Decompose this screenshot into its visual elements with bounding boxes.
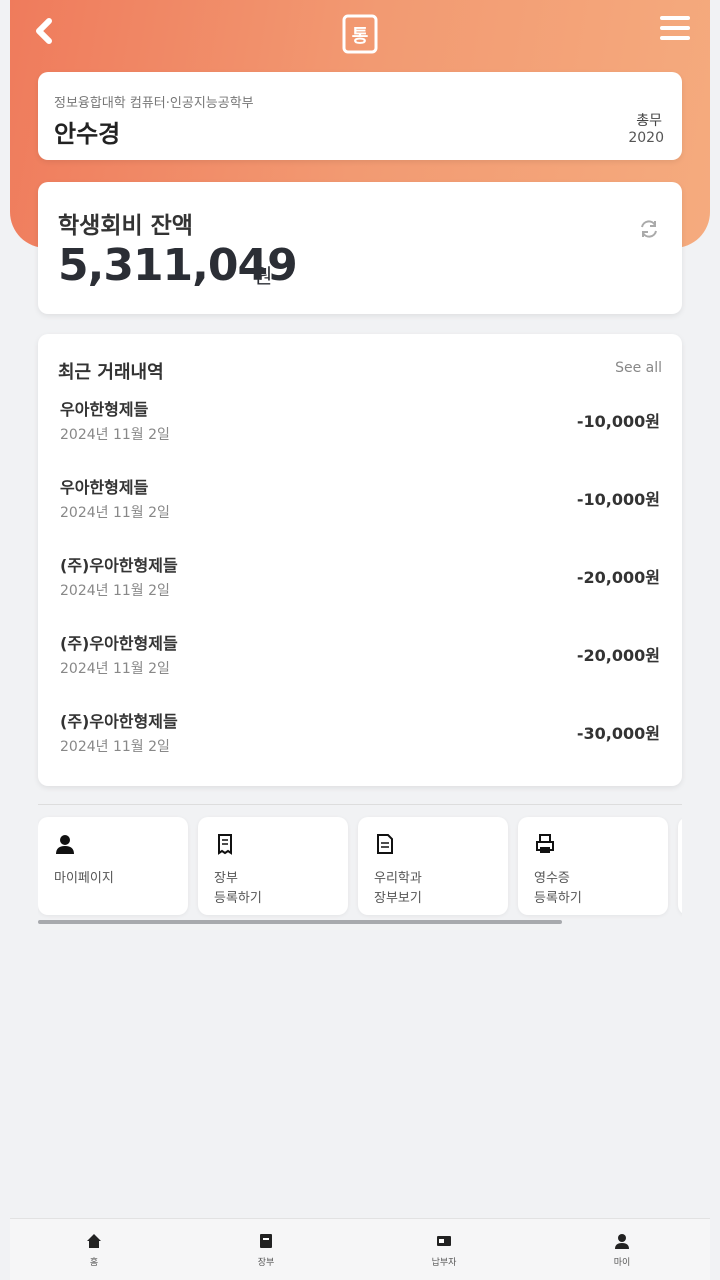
transaction-date: 2024년 11월 2일 xyxy=(60,739,170,755)
shortcut-label-2: 등록하기 xyxy=(214,891,262,906)
back-button[interactable] xyxy=(28,14,62,48)
ledger-icon xyxy=(260,1234,272,1248)
user-role: 총무 xyxy=(636,113,662,129)
balance-unit: 원 xyxy=(254,264,273,288)
nav-ledger[interactable]: 장부 xyxy=(226,1233,306,1268)
carousel-scrollbar[interactable] xyxy=(38,920,562,924)
nav-label: 장부 xyxy=(257,1258,275,1268)
profile-card: 정보융합대학 컴퓨터·인공지능공학부 안수경 총무 2020 xyxy=(38,72,682,160)
user-year: 2020 xyxy=(628,130,664,146)
transaction-date: 2024년 11월 2일 xyxy=(60,505,170,521)
transaction-merchant: (주)우아한형제들 xyxy=(60,634,178,653)
payment-icon xyxy=(437,1236,451,1246)
nav-payers[interactable]: 납부자 xyxy=(404,1233,484,1268)
app-logo: 통 xyxy=(342,14,378,54)
shortcut-ledger-register[interactable]: 장부 등록하기 xyxy=(198,817,348,915)
user-name: 안수경 xyxy=(54,120,121,148)
chevron-left-icon xyxy=(36,18,52,44)
shortcut-receipt-register[interactable]: 영수증 등록하기 xyxy=(518,817,668,915)
transaction-row[interactable]: (주)우아한형제들 2024년 11월 2일 -20,000원 xyxy=(58,630,662,690)
menu-button[interactable] xyxy=(660,16,690,44)
refresh-button[interactable] xyxy=(638,218,662,242)
printer-icon xyxy=(536,834,554,853)
shortcut-department-ledger[interactable]: 우리학과 장부보기 xyxy=(358,817,508,915)
shortcut-label: 영수증 xyxy=(534,871,570,886)
shortcut-label-2: 장부보기 xyxy=(374,891,422,906)
see-all-link[interactable]: See all xyxy=(615,360,662,376)
shortcut-label: 우리학과 xyxy=(374,871,422,886)
transaction-merchant: (주)우아한형제들 xyxy=(60,712,178,731)
home-icon xyxy=(87,1234,101,1248)
nav-label: 납부자 xyxy=(431,1258,457,1268)
bottom-navigation: 홈 장부 납부자 마이 xyxy=(10,1218,710,1280)
transaction-amount: -20,000원 xyxy=(576,646,660,665)
top-bar: 통 xyxy=(0,0,720,64)
transaction-amount: -20,000원 xyxy=(576,568,660,587)
balance-card: 학생회비 잔액 5,311,049 원 xyxy=(38,182,682,314)
department-label: 정보융합대학 컴퓨터·인공지능공학부 xyxy=(54,96,254,111)
transaction-merchant: (주)우아한형제들 xyxy=(60,556,178,575)
transaction-date: 2024년 11월 2일 xyxy=(60,427,170,443)
person-icon xyxy=(56,835,74,854)
shortcut-mypage[interactable]: 마이페이지 xyxy=(38,817,188,915)
hamburger-icon xyxy=(660,16,690,40)
shortcut-next-partial[interactable] xyxy=(678,817,682,915)
transactions-title: 최근 거래내역 xyxy=(58,362,164,383)
receipt-icon xyxy=(218,834,232,855)
nav-label: 홈 xyxy=(89,1258,99,1268)
transaction-merchant: 우아한형제들 xyxy=(60,478,149,497)
transaction-amount: -10,000원 xyxy=(576,490,660,509)
transaction-row[interactable]: (주)우아한형제들 2024년 11월 2일 -30,000원 xyxy=(58,708,662,768)
shortcut-carousel[interactable]: 마이페이지 장부 등록하기 우리학과 장부보기 영수증 등록하기 xyxy=(38,804,682,924)
balance-label: 학생회비 잔액 xyxy=(58,213,193,239)
transaction-row[interactable]: 우아한형제들 2024년 11월 2일 -10,000원 xyxy=(58,474,662,534)
recent-transactions-card: 최근 거래내역 See all 우아한형제들 2024년 11월 2일 -10,… xyxy=(38,334,682,786)
transaction-date: 2024년 11월 2일 xyxy=(60,661,170,677)
logo-glyph: 통 xyxy=(352,26,369,47)
transaction-merchant: 우아한형제들 xyxy=(60,400,149,419)
person-icon xyxy=(615,1234,629,1249)
refresh-icon xyxy=(641,220,657,238)
shortcut-label: 장부 xyxy=(214,871,238,886)
nav-label: 마이 xyxy=(613,1258,631,1268)
document-icon xyxy=(377,834,393,854)
shortcut-label-2: 등록하기 xyxy=(534,891,582,906)
shortcut-label: 마이페이지 xyxy=(54,871,114,886)
transaction-row[interactable]: 우아한형제들 2024년 11월 2일 -10,000원 xyxy=(58,396,662,456)
nav-my[interactable]: 마이 xyxy=(582,1233,662,1268)
transaction-row[interactable]: (주)우아한형제들 2024년 11월 2일 -20,000원 xyxy=(58,552,662,612)
transaction-date: 2024년 11월 2일 xyxy=(60,583,170,599)
transaction-amount: -30,000원 xyxy=(576,724,660,743)
transaction-amount: -10,000원 xyxy=(576,412,660,431)
nav-home[interactable]: 홈 xyxy=(54,1233,134,1268)
